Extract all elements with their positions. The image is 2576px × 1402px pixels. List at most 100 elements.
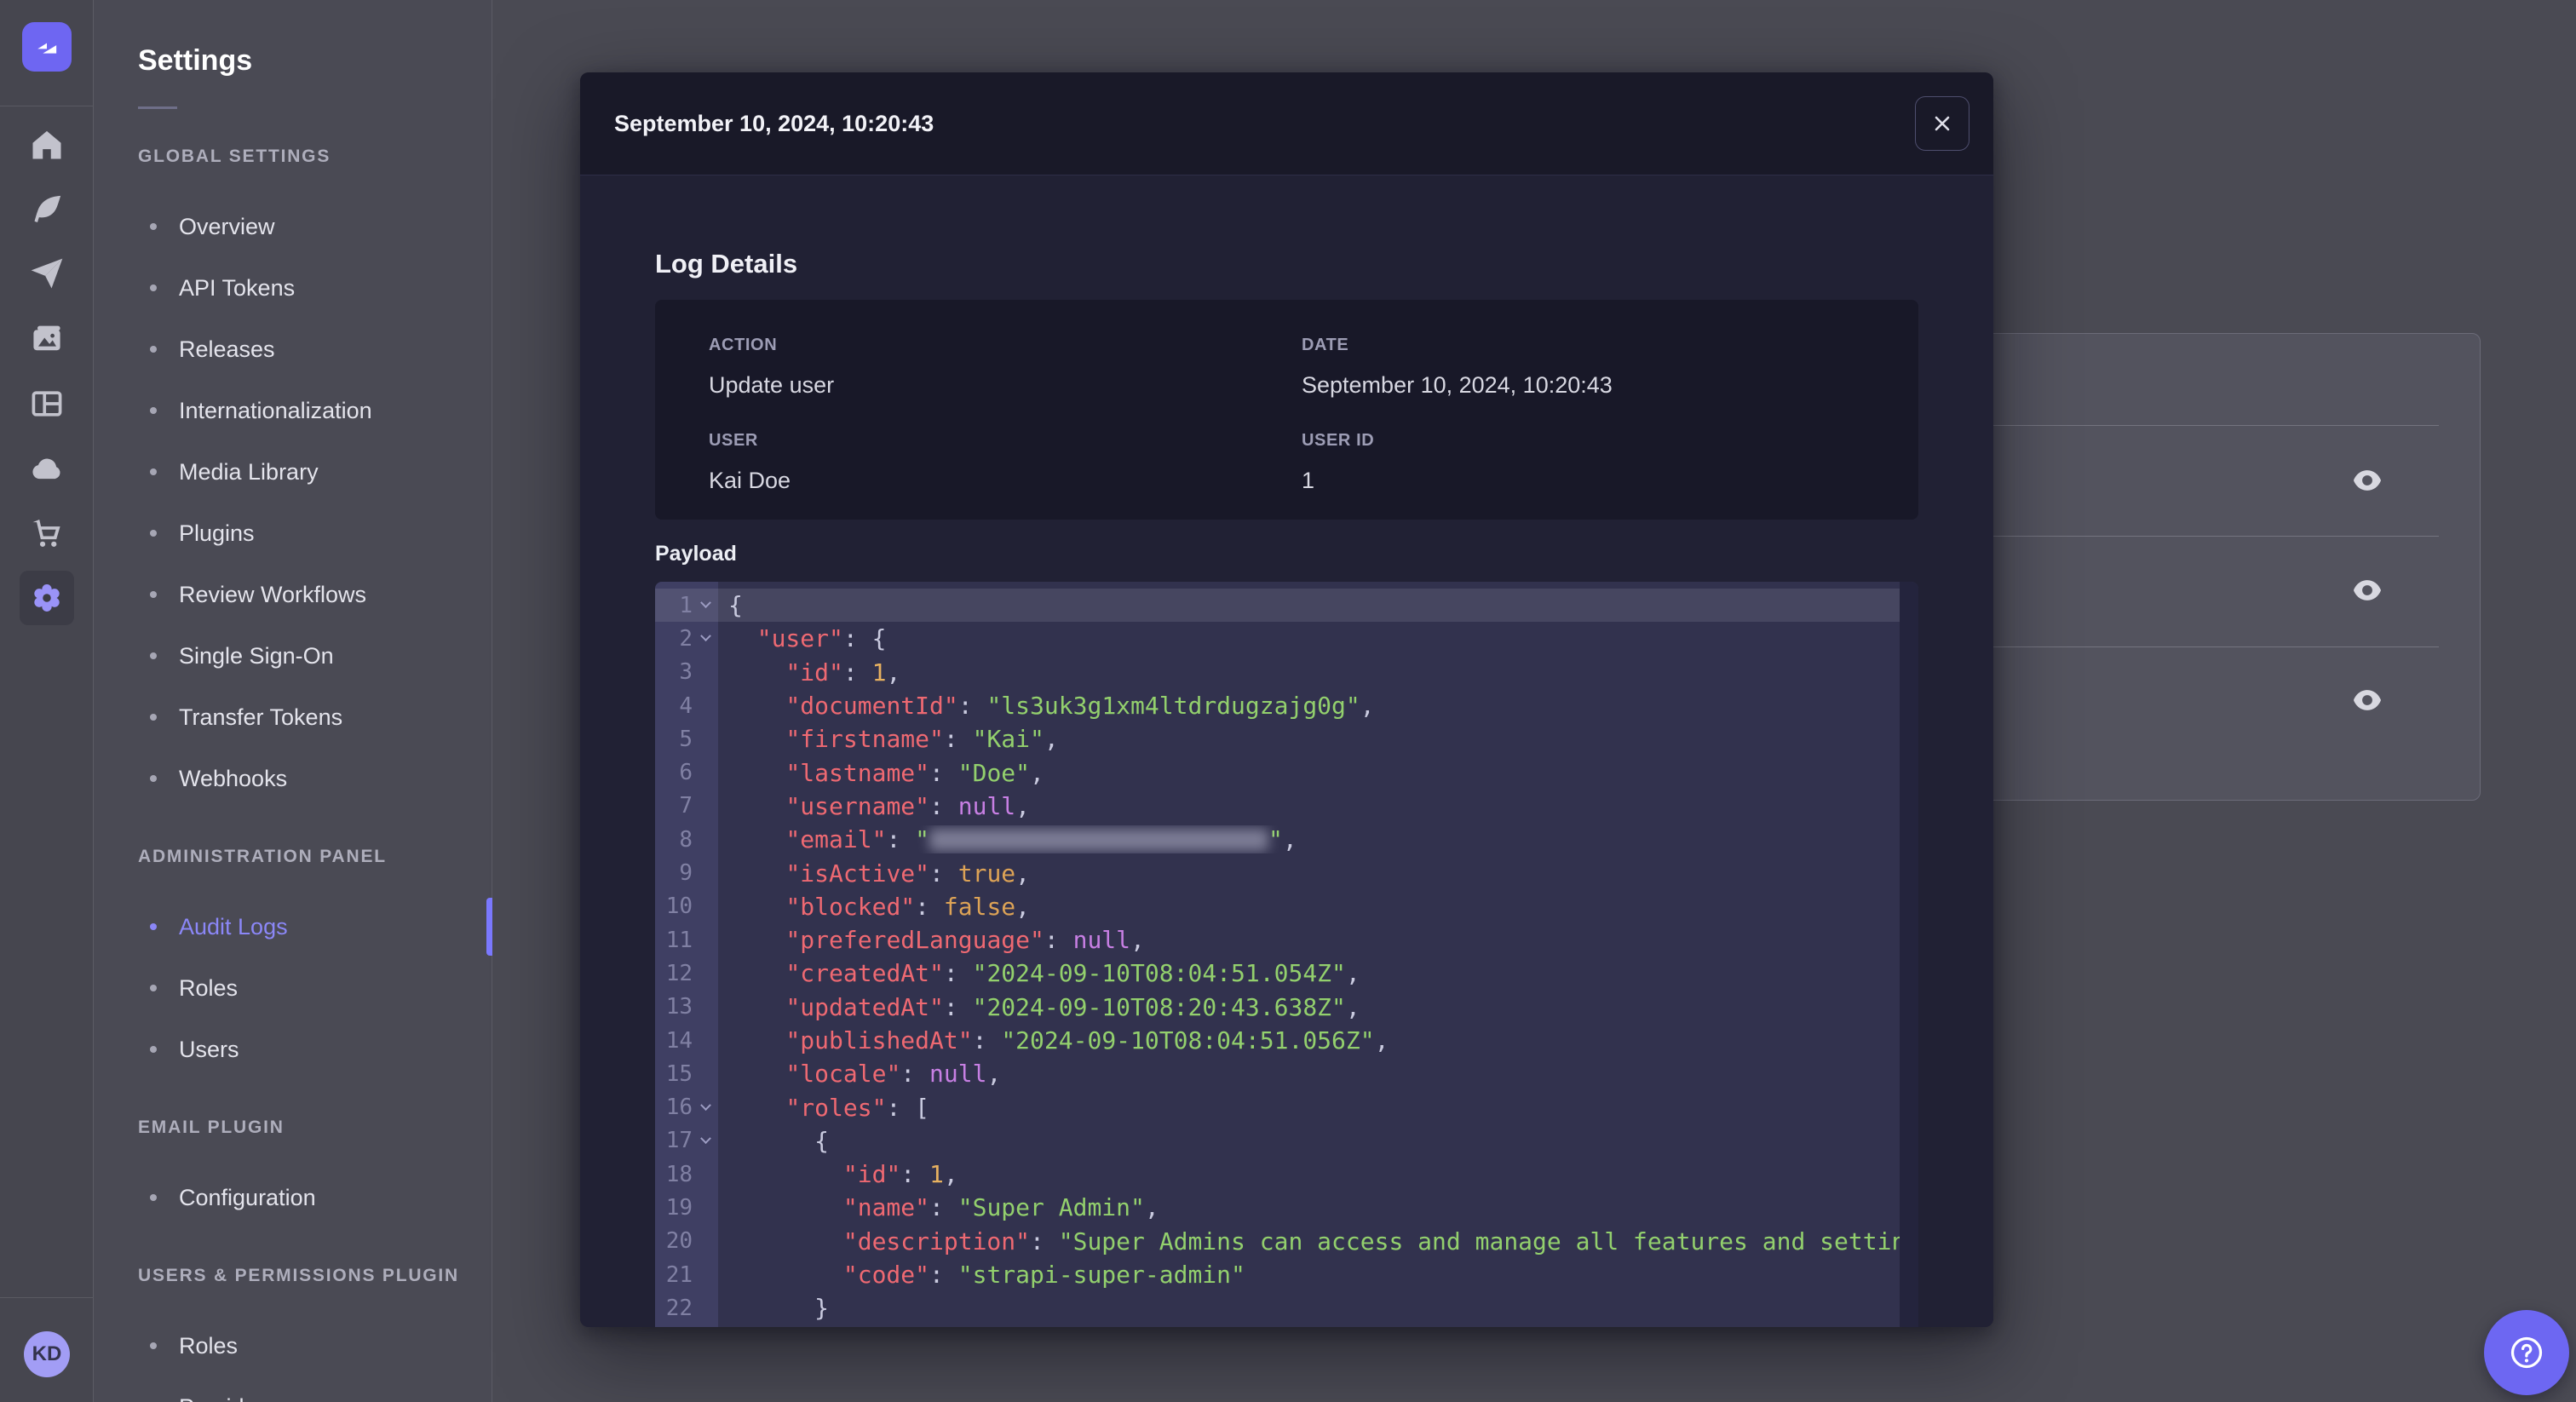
chevron-down-icon[interactable]	[699, 597, 711, 609]
bullet-icon	[150, 223, 157, 230]
sidebar-item-single-sign-on[interactable]: Single Sign-On	[94, 625, 492, 687]
line-number: 6	[679, 760, 693, 786]
sidebar-item-overview[interactable]: Overview	[94, 196, 492, 257]
bullet-icon	[150, 923, 157, 930]
sidebar-item-roles[interactable]: Roles	[94, 1315, 492, 1376]
nav-item-settings-gear[interactable]	[20, 571, 74, 625]
sidebar-item-label: Audit Logs	[179, 913, 288, 939]
nav-item-cloud[interactable]	[20, 441, 74, 496]
payload-code-editor[interactable]: 1{2 "user": {3 "id": 1, 4 "documentId": "…	[655, 582, 1918, 1327]
modal-header: September 10, 2024, 10:20:43	[580, 72, 1993, 175]
chevron-down-icon[interactable]	[699, 630, 711, 642]
fold-gutter	[693, 1099, 718, 1112]
sidebar-item-label: Providers	[179, 1394, 276, 1402]
sidebar-item-review-workflows[interactable]: Review Workflows	[94, 564, 492, 625]
code-text: "updatedAt": "2024-09-10T08:20:43.638Z",	[785, 992, 1360, 1021]
line-number: 2	[679, 625, 693, 652]
line-number: 8	[679, 826, 693, 853]
detail-cell: USER ID 1	[1302, 431, 1865, 494]
nav-item-paper-plane[interactable]	[20, 247, 74, 302]
line-number: 19	[665, 1194, 693, 1221]
code-lines: 1{2 "user": {3 "id": 1, 4 "documentId": "…	[655, 589, 1918, 1327]
detail-label: USER	[709, 431, 758, 450]
editor-scrollbar[interactable]	[1900, 582, 1918, 1327]
line-number: 12	[665, 960, 693, 986]
bullet-icon	[150, 1046, 157, 1053]
eye-icon[interactable]	[2350, 463, 2384, 497]
code-line: 15 "locale": null,	[655, 1057, 1918, 1090]
main-sidebar: KD	[0, 0, 94, 1402]
line-number: 21	[665, 1261, 693, 1288]
sidebar-item-providers[interactable]: Providers	[94, 1376, 492, 1402]
nav-item-feather[interactable]	[20, 182, 74, 237]
line-number: 9	[679, 860, 693, 887]
avatar[interactable]: KD	[24, 1331, 70, 1377]
line-number: 18	[665, 1161, 693, 1187]
code-text: "username": null,	[785, 791, 1031, 820]
nav-section-label: ADMINISTRATION PANEL	[138, 847, 387, 866]
code-text: {	[728, 1126, 830, 1155]
bullet-icon	[150, 407, 157, 414]
line-number: 20	[665, 1228, 693, 1255]
chevron-down-icon[interactable]	[699, 1099, 711, 1111]
code-text: "documentId": "ls3uk3g1xm4ltdrdugzajg0g"…	[785, 692, 1375, 721]
code-line: 17 {	[655, 1124, 1918, 1158]
close-icon[interactable]	[1915, 96, 1969, 151]
detail-row: USER Kai Doe USER ID 1	[709, 431, 1865, 494]
detail-cell: USER Kai Doe	[709, 431, 1302, 494]
sidebar-item-releases[interactable]: Releases	[94, 319, 492, 380]
nav-section-label: USERS & PERMISSIONS PLUGIN	[138, 1266, 460, 1285]
sidebar-item-internationalization[interactable]: Internationalization	[94, 380, 492, 441]
line-number: 22	[665, 1295, 693, 1321]
sidebar-item-plugins[interactable]: Plugins	[94, 503, 492, 564]
sidebar-item-label: Single Sign-On	[179, 642, 334, 669]
sidebar-item-transfer-tokens[interactable]: Transfer Tokens	[94, 687, 492, 748]
sidebar-item-label: Plugins	[179, 520, 255, 546]
log-details-heading: Log Details	[655, 249, 798, 279]
nav-item-cart[interactable]	[20, 506, 74, 560]
bullet-icon	[150, 985, 157, 991]
question-mark-icon[interactable]	[2484, 1310, 2569, 1395]
sidebar-item-api-tokens[interactable]: API Tokens	[94, 257, 492, 319]
detail-row: ACTION Update user DATE September 10, 2024,…	[709, 336, 1865, 399]
nav-item-layout[interactable]	[20, 376, 74, 431]
code-text: "isActive": true,	[785, 859, 1031, 888]
line-number: 11	[665, 927, 693, 953]
page-title: Settings	[138, 44, 253, 77]
code-text: "publishedAt": "2024-09-10T08:04:51.056Z…	[785, 1026, 1389, 1054]
sidebar-item-users[interactable]: Users	[94, 1019, 492, 1080]
chevron-down-icon[interactable]	[699, 1133, 711, 1144]
code-line: 14 "publishedAt": "2024-09-10T08:04:51.0…	[655, 1024, 1918, 1057]
nav-section-label: EMAIL PLUGIN	[138, 1118, 285, 1137]
redacted-value	[929, 829, 1269, 852]
code-line: 23 ]	[655, 1325, 1918, 1327]
detail-value: 1	[1302, 468, 1315, 493]
eye-icon[interactable]	[2350, 573, 2384, 607]
sidebar-item-audit-logs[interactable]: Audit Logs	[94, 896, 492, 957]
code-line: 7 "username": null,	[655, 790, 1918, 823]
sidebar-item-configuration[interactable]: Configuration	[94, 1167, 492, 1228]
code-text: "id": 1,	[842, 1160, 958, 1189]
line-number: 13	[665, 994, 693, 1020]
code-text: "code": "strapi-super-admin"	[842, 1261, 1245, 1290]
sidebar-item-media-library[interactable]: Media Library	[94, 441, 492, 503]
nav-item-media-library[interactable]	[20, 312, 74, 366]
code-text: "firstname": "Kai",	[785, 725, 1059, 754]
code-line: 22 }	[655, 1291, 1918, 1324]
sidebar-item-label: Internationalization	[179, 397, 372, 423]
line-number: 1	[679, 592, 693, 618]
strapi-logo-icon[interactable]	[22, 22, 72, 72]
sidebar-item-webhooks[interactable]: Webhooks	[94, 748, 492, 809]
sidebar-item-label: Roles	[179, 974, 239, 1001]
settings-nav-sections: GLOBAL SETTINGS Overview API Tokens Release…	[94, 147, 492, 1402]
detail-label: ACTION	[709, 336, 778, 354]
nav-item-home[interactable]	[20, 118, 74, 172]
payload-label: Payload	[655, 542, 737, 566]
code-line: 11 "preferedLanguage": null,	[655, 923, 1918, 957]
sidebar-item-roles[interactable]: Roles	[94, 957, 492, 1019]
code-text: {	[728, 591, 743, 620]
eye-icon[interactable]	[2350, 683, 2384, 717]
code-line: 1{	[655, 589, 1918, 623]
sidebar-item-label: Users	[179, 1036, 239, 1062]
sidebar-item-label: Webhooks	[179, 765, 288, 791]
